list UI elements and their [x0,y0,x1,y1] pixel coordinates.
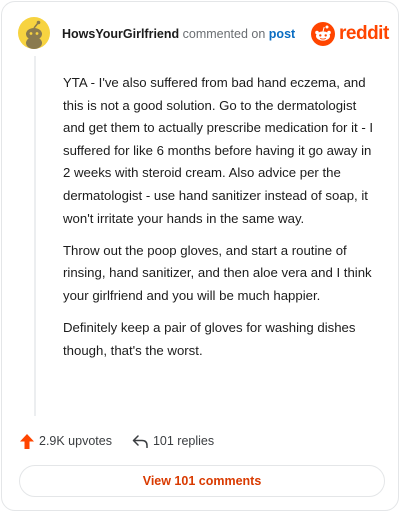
comment-paragraph: Definitely keep a pair of gloves for was… [63,319,356,358]
commented-on-text: commented on [182,27,266,41]
comment-actions: 2.9K upvotes 101 replies [20,431,214,451]
comment-header: HowsYourGirlfriend commented on post red… [2,2,400,64]
thread-line [34,56,36,416]
username-link[interactable]: HowsYourGirlfriend [62,27,179,41]
replies-count: 101 replies [152,434,215,448]
upvote-count: 2.9K upvotes [39,434,112,448]
comment-byline: HowsYourGirlfriend commented on post [62,27,295,41]
view-comments-button[interactable]: View 101 comments [19,465,385,497]
comment-body: YTA - I've also suffered from bad hand e… [63,72,378,372]
reply-arrow-icon [132,434,148,448]
upvote-button[interactable]: 2.9K upvotes [20,433,112,449]
replies-button[interactable]: 101 replies [132,434,214,448]
reddit-wordmark: reddit [339,23,389,44]
reddit-snoo-icon [311,22,335,46]
snoo-avatar-icon[interactable] [18,17,50,49]
comment-card: HowsYourGirlfriend commented on post red… [1,1,399,511]
upvote-arrow-icon [20,433,34,449]
post-link[interactable]: post [269,27,295,41]
reddit-logo[interactable]: reddit [311,22,389,46]
comment-paragraph: YTA - I've also suffered from bad hand e… [63,75,374,226]
comment-paragraph: Throw out the poop gloves, and start a r… [63,242,372,303]
